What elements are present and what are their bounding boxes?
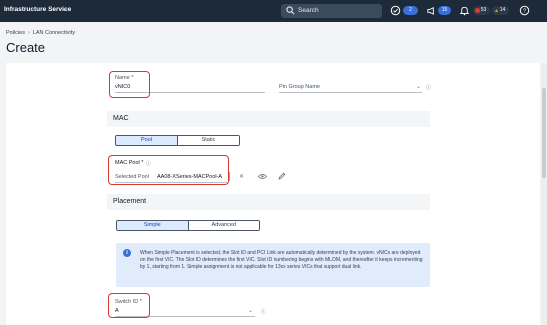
critical-alarms-badge[interactable]: 53 (473, 6, 490, 15)
pin-group-select[interactable]: Pin Group Name (279, 84, 320, 90)
top-bar: Infrastructure Service ⌄ Search 2 15 53 … (0, 0, 547, 22)
critical-alarm-icon (475, 8, 480, 13)
tasks-check-icon[interactable] (390, 5, 401, 16)
highlight-switch-id (108, 293, 150, 318)
chevron-down-icon[interactable]: ⌄ (416, 83, 421, 90)
scroll-thumb[interactable] (542, 88, 546, 178)
warning-alarms-badge[interactable]: ▲ 14 (492, 6, 509, 15)
bell-icon[interactable] (459, 5, 470, 16)
info-circle-icon[interactable]: ⓘ (426, 84, 431, 91)
switch-id-info-icon[interactable]: ⓘ (261, 308, 266, 315)
breadcrumb-policies[interactable]: Policies (6, 30, 25, 36)
breadcrumb-lan-connectivity[interactable]: LAN Connectivity (33, 30, 75, 36)
placement-info-box: i When Simple Placement is selected, the… (116, 243, 430, 287)
critical-alarms-count: 53 (480, 7, 487, 13)
placement-type-toggle[interactable]: Simple Advanced (116, 220, 260, 231)
mac-section-header: MAC (107, 111, 430, 127)
page-title: Create (6, 40, 46, 55)
highlight-mac-pool (108, 155, 229, 185)
breadcrumb-separator: › (27, 30, 30, 36)
announcements-badge[interactable]: 15 (438, 6, 451, 15)
svg-text:?: ? (523, 9, 526, 15)
app-switcher-chevron-icon[interactable]: ⌄ (62, 5, 68, 13)
search-icon (286, 6, 295, 15)
breadcrumb: Policies › LAN Connectivity (6, 30, 75, 36)
search-label: Search (298, 7, 319, 14)
scrollbar[interactable] (541, 63, 547, 325)
switch-id-chevron-down-icon[interactable]: ⌄ (248, 307, 253, 314)
help-icon[interactable]: ? (519, 5, 530, 16)
clear-icon[interactable]: ✕ (239, 173, 244, 180)
placement-info-text: When Simple Placement is selected, the S… (140, 250, 423, 271)
warning-alarm-icon: ▲ (494, 8, 499, 14)
pin-group-underline (279, 92, 422, 93)
warning-alarms-count: 14 (499, 7, 506, 13)
placement-advanced-option[interactable]: Advanced (188, 221, 259, 230)
megaphone-icon[interactable] (426, 5, 437, 16)
global-search[interactable]: Search (281, 4, 382, 18)
placement-simple-option[interactable]: Simple (117, 221, 189, 230)
highlight-name (109, 71, 150, 98)
pool-divider (229, 172, 230, 181)
mac-section-title: MAC (113, 115, 129, 122)
mac-type-toggle[interactable]: Pool Static (115, 135, 240, 146)
placement-section-title: Placement (113, 198, 147, 205)
mac-pool-option[interactable]: Pool (116, 136, 178, 145)
placement-section-header: Placement (107, 194, 430, 210)
eye-icon[interactable] (258, 173, 267, 180)
info-icon: i (123, 249, 131, 257)
pencil-icon[interactable] (278, 172, 286, 180)
mac-static-option[interactable]: Static (178, 136, 239, 145)
tasks-badge[interactable]: 2 (403, 6, 418, 15)
